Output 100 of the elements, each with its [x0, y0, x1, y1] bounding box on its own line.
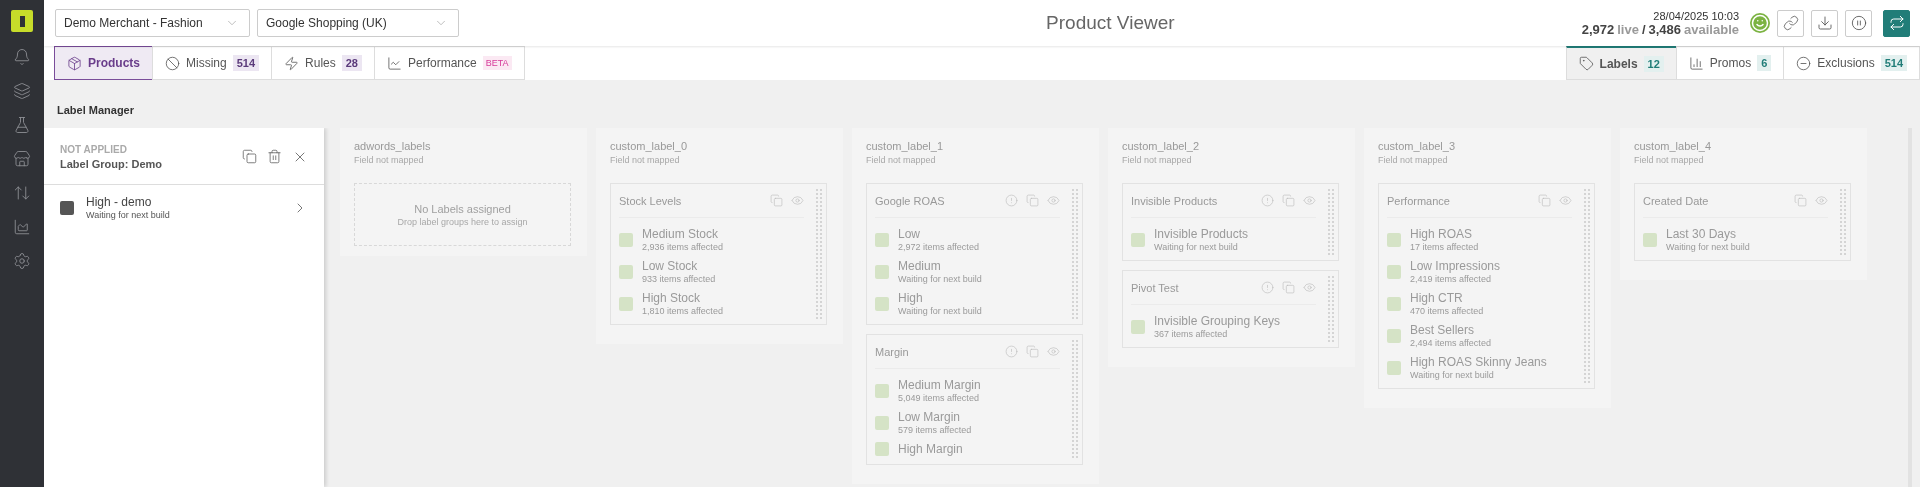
copy-icon[interactable] — [1282, 194, 1295, 207]
drag-handle[interactable] — [1839, 188, 1847, 256]
logo-icon[interactable] — [11, 10, 33, 32]
eye-icon[interactable] — [1047, 194, 1060, 207]
count-badge: 514 — [232, 55, 260, 71]
drag-handle[interactable] — [1327, 188, 1335, 256]
beta-badge: BETA — [482, 56, 512, 70]
tab[interactable]: Missing 514 — [152, 46, 273, 80]
build-timestamp: 28/04/2025 10:03 — [1653, 9, 1739, 22]
label-name: Medium Margin — [898, 378, 982, 392]
lightning-icon — [284, 55, 300, 71]
bar-chart-icon — [1688, 55, 1704, 71]
drag-handle[interactable] — [1071, 339, 1079, 460]
copy-icon[interactable] — [770, 194, 783, 207]
tag-icon — [1578, 56, 1594, 71]
label-detail: 5,049 items affected — [898, 393, 980, 403]
bell-icon[interactable] — [13, 48, 31, 66]
ban-icon — [165, 55, 180, 71]
column-name: custom_label_4 — [1634, 140, 1713, 152]
download-icon — [1816, 15, 1833, 31]
swatch — [619, 264, 633, 279]
minus-circle-icon — [1796, 55, 1812, 71]
label-name: Medium Stock — [642, 227, 720, 241]
label-detail: 2,494 items affected — [1410, 338, 1492, 348]
label-detail: Waiting for next build — [898, 306, 983, 316]
link-button[interactable] — [1777, 9, 1804, 37]
swatch — [875, 383, 889, 398]
eye-icon[interactable] — [1815, 194, 1828, 207]
eye-icon[interactable] — [1303, 281, 1316, 294]
tab[interactable]: Promos 6 — [1675, 46, 1785, 80]
copy-icon[interactable] — [1026, 194, 1039, 207]
group-name: Pivot Test — [1131, 281, 1179, 294]
drag-handle[interactable] — [1583, 188, 1591, 384]
label-detail: 2,419 items affected — [1410, 274, 1492, 284]
label-detail: 367 items affected — [1154, 329, 1229, 339]
label-detail: 933 items affected — [642, 274, 717, 284]
label-name: Low Stock — [642, 259, 699, 273]
column-name: custom_label_1 — [866, 140, 945, 152]
area-chart-icon[interactable] — [13, 218, 31, 236]
tab[interactable]: Products — [54, 46, 153, 80]
group-name: Invisible Products — [1131, 194, 1218, 207]
column-note: Field not mapped — [866, 155, 937, 165]
eye-icon[interactable] — [1559, 194, 1572, 207]
label-name: High Stock — [642, 291, 702, 305]
swatch — [619, 232, 633, 247]
label-name: High — [898, 291, 924, 305]
column-note: Field not mapped — [354, 155, 425, 165]
column-note: Field not mapped — [610, 155, 681, 165]
label-detail: 2,936 items affected — [642, 242, 724, 252]
group-status: NOT APPLIED — [60, 144, 128, 155]
download-button[interactable] — [1811, 9, 1838, 37]
eye-icon[interactable] — [1047, 345, 1060, 358]
label-name: High - demo — [86, 195, 153, 209]
smiley-icon — [1750, 13, 1770, 33]
trash-icon[interactable] — [267, 149, 282, 165]
settings-icon[interactable] — [13, 252, 31, 270]
label-name: High CTR — [1410, 291, 1464, 305]
eye-icon[interactable] — [791, 194, 804, 207]
pause-icon — [1850, 15, 1867, 31]
sync-button[interactable] — [1883, 9, 1910, 37]
copy-icon[interactable] — [1538, 194, 1551, 207]
drag-handle[interactable] — [815, 188, 823, 320]
tab[interactable]: Performance BETA — [374, 46, 525, 80]
copy-icon[interactable] — [1282, 281, 1295, 294]
label-item[interactable]: High - demo Waiting for next build — [44, 185, 324, 230]
tab[interactable]: Exclusions 514 — [1783, 46, 1920, 80]
drag-handle[interactable] — [1327, 275, 1335, 343]
label-name: Last 30 Days — [1666, 227, 1738, 241]
pause-button[interactable] — [1845, 9, 1872, 37]
group-name: Stock Levels — [619, 194, 682, 207]
store-icon[interactable] — [13, 150, 31, 168]
tab[interactable]: Labels 12 — [1565, 46, 1677, 80]
label-name: Invisible Products — [1154, 227, 1250, 241]
eye-icon[interactable] — [1303, 194, 1316, 207]
merchant-dropdown[interactable]: Demo Merchant - Fashion — [55, 9, 250, 37]
swatch — [875, 232, 889, 247]
column-name: custom_label_3 — [1378, 140, 1457, 152]
live-count: 2,972 — [1581, 21, 1615, 37]
copy-icon[interactable] — [242, 149, 257, 165]
flask-icon[interactable] — [13, 116, 31, 134]
label-detail: 1,810 items affected — [642, 306, 724, 316]
label-detail: 579 items affected — [898, 425, 973, 435]
column-note: Field not mapped — [1378, 155, 1449, 165]
label-detail: Waiting for next build — [1154, 242, 1239, 252]
label-name: Medium — [898, 259, 942, 273]
label-detail: Waiting for next build — [1666, 242, 1751, 252]
count-badge: 514 — [1880, 55, 1907, 71]
tab[interactable]: Rules 28 — [271, 46, 375, 80]
copy-icon[interactable] — [1026, 345, 1039, 358]
drag-handle[interactable] — [1071, 188, 1079, 320]
arrows-up-down-icon[interactable] — [13, 184, 31, 202]
live-label: live — [1617, 21, 1639, 37]
swatch — [1643, 232, 1657, 247]
label-name: High ROAS Skinny Jeans — [1410, 355, 1548, 369]
swatch — [875, 442, 889, 456]
label-name: Low Impressions — [1410, 259, 1502, 273]
swatch — [1387, 360, 1401, 375]
layers-icon[interactable] — [13, 82, 31, 100]
copy-icon[interactable] — [1794, 194, 1807, 207]
feed-dropdown[interactable]: Google Shopping (UK) — [257, 9, 459, 37]
